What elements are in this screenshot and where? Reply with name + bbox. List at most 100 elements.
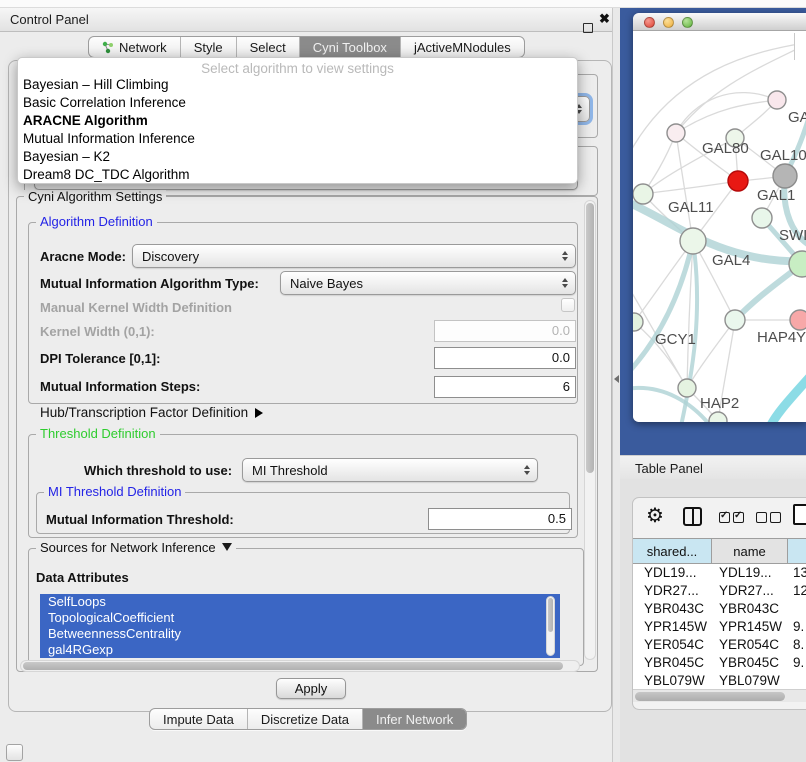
apply-button[interactable]: Apply (276, 678, 346, 699)
minimize-traffic-light[interactable] (663, 17, 674, 28)
aracne-mode-combo[interactable]: Discovery (132, 244, 576, 268)
network-window-titlebar[interactable] (633, 13, 806, 31)
table-cell: YBL079W (633, 672, 712, 689)
network-node-swi4[interactable] (752, 208, 772, 228)
table-rows: YDL19...YDL19...13YDR27...YDR27...12YBR0… (633, 564, 806, 689)
zoom-traffic-light[interactable] (682, 17, 693, 28)
table-row[interactable]: YDR27...YDR27...12 (633, 582, 806, 600)
network-node-gal1[interactable] (728, 171, 748, 191)
aracne-mode-value: Discovery (142, 249, 199, 264)
algorithm-option[interactable]: Basic Correlation Inference (18, 94, 577, 112)
tab-jactivemnodules[interactable]: jActiveMNodules (400, 37, 524, 57)
kernel-width-input[interactable]: 0.0 (434, 320, 576, 342)
network-node-label: GCY1 (655, 331, 696, 348)
cyni-algorithm-settings-title: Cyni Algorithm Settings (24, 190, 166, 204)
expander-down-icon (222, 543, 232, 551)
tab-impute-data[interactable]: Impute Data (150, 709, 247, 729)
network-node-gal11[interactable] (633, 184, 653, 204)
tab-select[interactable]: Select (236, 37, 299, 57)
network-node-gal4[interactable] (680, 228, 706, 254)
mi-threshold-label: Mutual Information Threshold: (46, 512, 234, 527)
table-row[interactable]: YBL079WYBL079W (633, 672, 806, 689)
network-node-y[interactable] (790, 310, 806, 330)
which-threshold-combo[interactable]: MI Threshold (242, 458, 538, 482)
mi-steps-label: Mutual Information Steps: (40, 379, 200, 394)
network-graph: GALGAL80GAL10GAL1GAL11SWI4GAL4GCY1HAP4YH… (633, 31, 806, 422)
table-cell: YDL19... (712, 564, 788, 582)
tab-style[interactable]: Style (180, 37, 236, 57)
tab-infer-network[interactable]: Infer Network (362, 709, 466, 729)
tab-network-label: Network (119, 40, 167, 55)
tab-cyni-toolbox[interactable]: Cyni Toolbox (299, 37, 400, 57)
attribute-list-item[interactable]: TopologicalCoefficient (40, 610, 560, 626)
attribute-list-item[interactable]: gal4RGexp (40, 642, 560, 658)
tab-discretize-data[interactable]: Discretize Data (247, 709, 362, 729)
algorithm-option[interactable]: Bayesian – Hill Climbing (18, 76, 577, 94)
deselect-all-checkboxes-icon[interactable] (756, 512, 781, 523)
network-node-gal80[interactable] (667, 124, 685, 142)
sources-group-title[interactable]: Sources for Network Inference (36, 541, 236, 555)
mi-steps-input[interactable]: 6 (434, 376, 576, 398)
gear-icon[interactable]: ⚙ (646, 506, 664, 526)
column-header-shared[interactable]: shared... (633, 539, 712, 563)
hub-definition-expander[interactable]: Hub/Transcription Factor Definition (40, 405, 263, 420)
network-node-hap4[interactable] (725, 310, 745, 330)
network-node[interactable] (773, 164, 797, 188)
table-row[interactable]: YBR045CYBR045C9. (633, 654, 806, 672)
column-header-name[interactable]: name (712, 539, 788, 563)
close-traffic-light[interactable] (644, 17, 655, 28)
divider-grip-icon[interactable] (614, 375, 619, 383)
dpi-tolerance-input[interactable]: 0.0 (434, 347, 576, 369)
table-cell: YBR045C (633, 654, 712, 672)
select-all-checkboxes-icon[interactable] (719, 512, 744, 523)
table-row[interactable]: YDL19...YDL19...13 (633, 564, 806, 582)
tab-network[interactable]: Network (89, 37, 180, 57)
network-node-label: GAL (788, 109, 806, 126)
network-canvas[interactable]: GALGAL80GAL10GAL1GAL11SWI4GAL4GCY1HAP4YH… (633, 31, 806, 422)
data-attributes-list[interactable]: SelfLoopsTopologicalCoefficientBetweenne… (40, 594, 560, 658)
algorithm-option[interactable]: Mutual Information Inference (18, 130, 577, 148)
attribute-list-item[interactable]: SelfLoops (40, 594, 560, 610)
network-view-window[interactable]: GALGAL80GAL10GAL1GAL11SWI4GAL4GCY1HAP4YH… (633, 13, 806, 422)
split-columns-icon[interactable] (683, 507, 702, 526)
dpi-tolerance-label: DPI Tolerance [0,1]: (40, 351, 160, 366)
algorithm-option[interactable]: Bayesian – K2 (18, 148, 577, 166)
aracne-mode-label: Aracne Mode: (40, 249, 126, 264)
table-cell: 13 (788, 564, 806, 582)
table-horizontal-scrollbar[interactable] (633, 689, 806, 702)
algorithm-option[interactable]: ARACNE Algorithm (18, 112, 577, 130)
table-row[interactable]: YBR043CYBR043C (633, 600, 806, 618)
table-cell: YER054C (712, 636, 788, 654)
network-edge (676, 45, 805, 133)
column-header-third[interactable] (788, 539, 806, 563)
mi-algorithm-type-combo[interactable]: Naive Bayes (280, 271, 576, 295)
algorithm-dropdown-popup: Select algorithm to view settings Bayesi… (17, 57, 578, 184)
close-icon[interactable]: ✖ (599, 11, 610, 27)
network-node-label: GAL80 (702, 140, 749, 157)
attributes-scrollbar[interactable] (546, 596, 555, 656)
table-cell: YBR043C (712, 600, 788, 618)
algorithm-option[interactable]: Dream8 DC_TDC Algorithm (18, 166, 577, 184)
mi-algorithm-type-label: Mutual Information Algorithm Type: (40, 276, 259, 291)
settings-vertical-scrollbar[interactable] (584, 200, 596, 660)
attribute-list-item[interactable]: BetweennessCentrality (40, 626, 560, 642)
settings-horizontal-scrollbar[interactable] (20, 660, 580, 672)
data-attributes-label: Data Attributes (36, 570, 129, 585)
network-node-hap2[interactable] (678, 379, 696, 397)
network-node-gal[interactable] (768, 91, 786, 109)
panel-divider[interactable] (612, 8, 620, 762)
table-row[interactable]: YER054CYER054C8. (633, 636, 806, 654)
bottom-tabbar: Impute Data Discretize Data Infer Networ… (149, 708, 467, 730)
which-threshold-value: MI Threshold (252, 463, 328, 478)
table-panel-region: Table Panel ⚙ shared... name YDL19...YDL… (620, 455, 806, 762)
corner-button[interactable] (6, 744, 23, 761)
network-edge (633, 241, 693, 376)
manual-kernel-checkbox[interactable] (561, 298, 575, 312)
float-window-icon[interactable] (583, 23, 593, 33)
mi-threshold-input[interactable]: 0.5 (428, 508, 572, 530)
table-row[interactable]: YPR145WYPR145W9. (633, 618, 806, 636)
combo-arrows-icon (562, 251, 568, 261)
file-icon[interactable] (793, 504, 806, 525)
network-node-label: GAL1 (757, 187, 795, 204)
algorithm-prompt: Select algorithm to view settings (18, 61, 577, 76)
